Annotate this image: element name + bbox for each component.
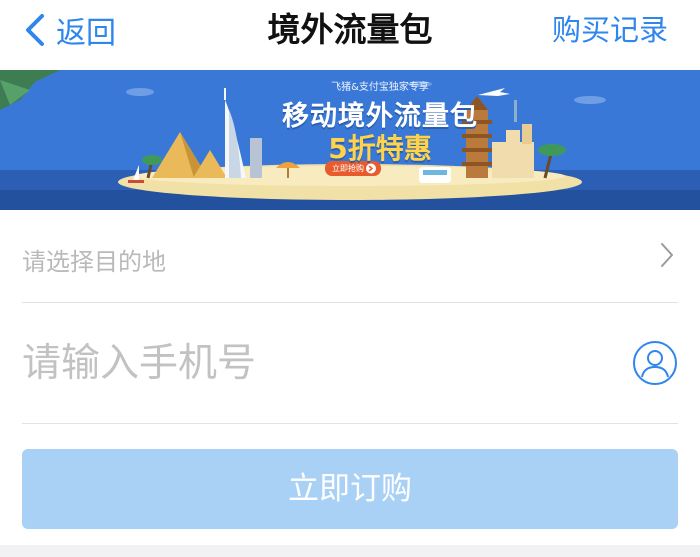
- order-button[interactable]: 立即订购: [22, 449, 678, 529]
- promo-banner[interactable]: 飞猪&支付宝独家专享 移动境外流量包 5折特惠 立即抢购: [0, 70, 700, 210]
- contact-person-icon[interactable]: [632, 340, 678, 386]
- phone-input[interactable]: [22, 333, 582, 393]
- phone-row: [22, 303, 678, 424]
- banner-subtitle: 飞猪&支付宝独家专享: [331, 82, 429, 93]
- navigation-bar: 返回 境外流量包 购买记录: [0, 0, 700, 70]
- banner-discount: 5折特惠: [328, 132, 432, 165]
- destination-placeholder: 请选择目的地: [22, 248, 166, 276]
- bottom-separator: [0, 545, 700, 557]
- chevron-right-icon: [661, 243, 673, 267]
- destination-selector[interactable]: 请选择目的地: [22, 210, 678, 303]
- banner-grab-button[interactable]: 立即抢购: [326, 163, 370, 175]
- purchase-history-button[interactable]: 购买记录: [552, 10, 668, 50]
